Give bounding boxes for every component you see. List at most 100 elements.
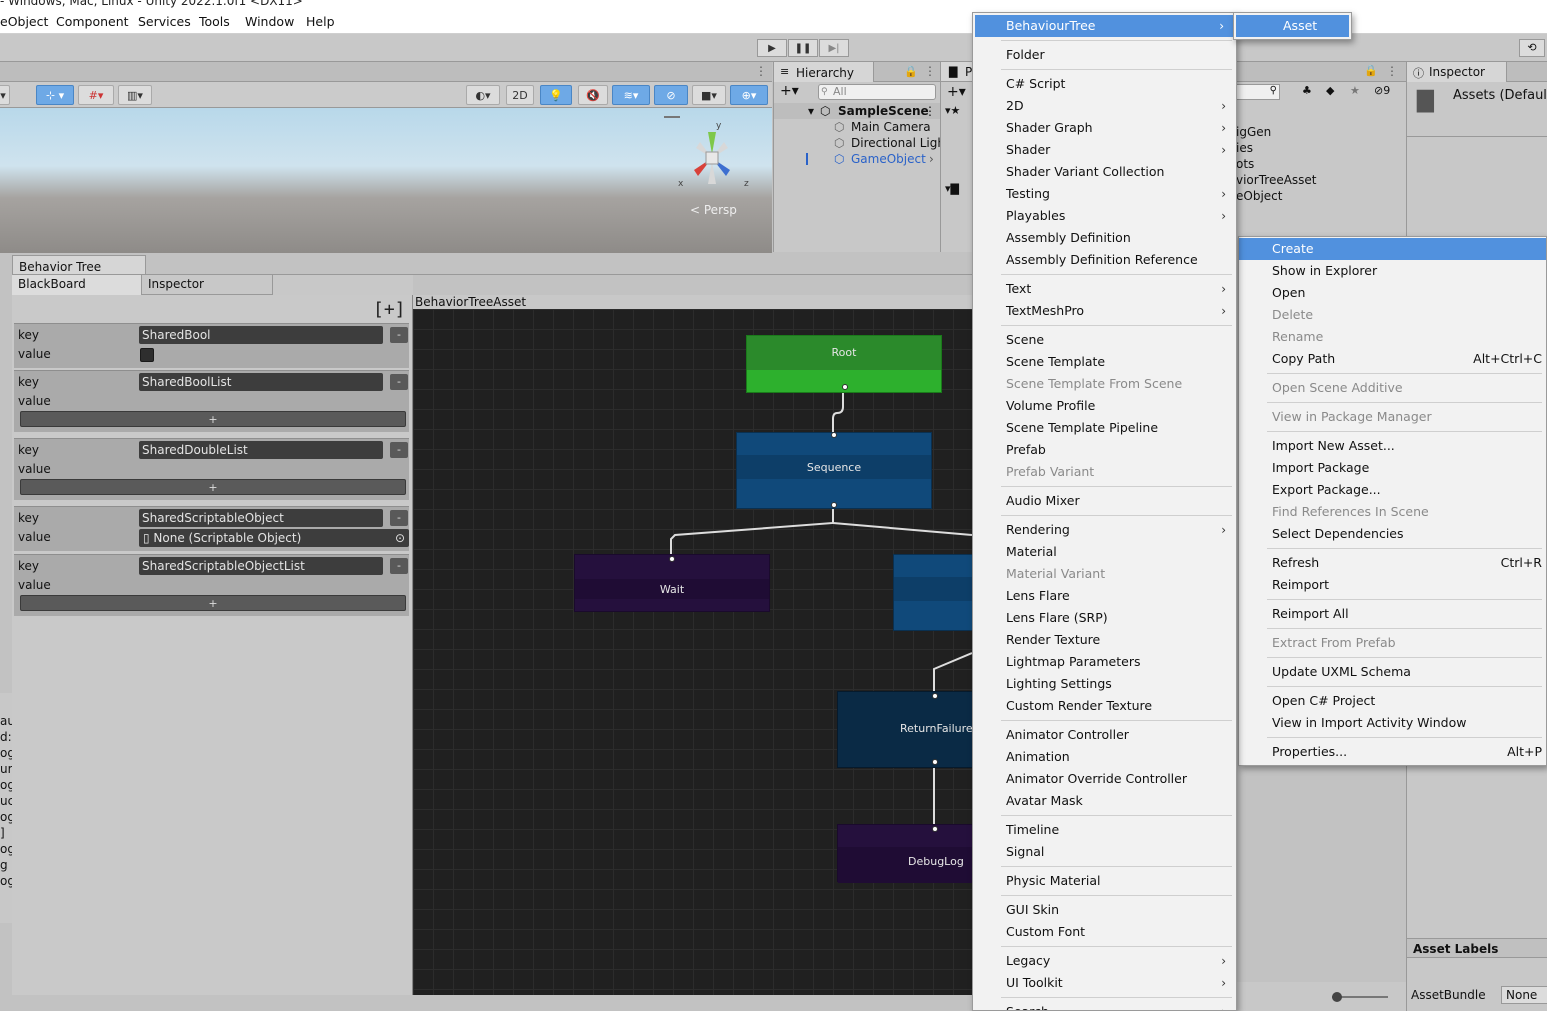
menu-item-text[interactable]: Text ›: [973, 278, 1236, 300]
menu-item-delete[interactable]: Delete: [1239, 304, 1546, 326]
menu-item-render-texture[interactable]: Render Texture: [973, 629, 1236, 651]
add-list-item-button[interactable]: +: [20, 411, 406, 427]
menu-item-view-in-package-manager[interactable]: View in Package Manager: [1239, 406, 1546, 428]
key-field[interactable]: SharedScriptableObject: [139, 509, 383, 527]
remove-entry-button[interactable]: -: [390, 510, 408, 526]
menu-item-gui-skin[interactable]: GUI Skin: [973, 899, 1236, 921]
behavior-node-partial[interactable]: [893, 554, 972, 631]
key-field[interactable]: SharedDoubleList: [139, 441, 383, 459]
project-menu-icon[interactable]: ⋮: [1386, 64, 1398, 78]
play-button[interactable]: ▶: [757, 39, 787, 57]
menu-item-asset[interactable]: Asset: [1236, 15, 1349, 37]
zoom-slider-thumb[interactable]: [1332, 992, 1342, 1002]
scene-menu-icon[interactable]: ⋮: [924, 103, 936, 119]
mode-2d-button[interactable]: 2D: [506, 85, 534, 105]
scene-tab-menu-icon[interactable]: ⋮: [755, 64, 767, 78]
favorite-star-icon[interactable]: ★: [1350, 84, 1360, 97]
chevron-right-icon[interactable]: ›: [929, 151, 934, 167]
menu-item-reimport[interactable]: Reimport: [1239, 574, 1546, 596]
hierarchy-search-input[interactable]: ⚲ All: [818, 84, 936, 100]
favorites-arrow-icon[interactable]: ▾★: [945, 104, 960, 117]
menu-item-assembly-definition-reference[interactable]: Assembly Definition Reference: [973, 249, 1236, 271]
menu-item-rendering[interactable]: Rendering ›: [973, 519, 1236, 541]
menu-services[interactable]: Services: [138, 14, 191, 29]
menu-item-import-new-asset[interactable]: Import New Asset...: [1239, 435, 1546, 457]
menu-item-prefab-variant[interactable]: Prefab Variant: [973, 461, 1236, 483]
menu-item-textmeshpro[interactable]: TextMeshPro ›: [973, 300, 1236, 322]
tab-project[interactable]: ▇ P: [941, 62, 973, 82]
node-output-port[interactable]: [842, 384, 848, 390]
menu-item-timeline[interactable]: Timeline: [973, 819, 1236, 841]
assets-folder-icon[interactable]: ▾▇: [945, 182, 959, 195]
asset-bundle-dropdown[interactable]: None: [1501, 986, 1547, 1004]
hierarchy-item[interactable]: ⬡ Main Camera: [774, 119, 941, 135]
behavior-node-root[interactable]: Root: [746, 335, 942, 393]
menu-item-testing[interactable]: Testing ›: [973, 183, 1236, 205]
lighting-toggle-button[interactable]: 💡: [540, 85, 572, 105]
menu-item-2d[interactable]: 2D ›: [973, 95, 1236, 117]
move-snap-button[interactable]: ⊹ ▾: [36, 85, 74, 105]
menu-item-behaviourtree[interactable]: BehaviourTree ›: [975, 15, 1234, 37]
project-search-input[interactable]: ⚲: [1236, 84, 1280, 100]
scene-dropdown-button[interactable]: ▾: [0, 85, 10, 105]
node-output-port[interactable]: [932, 759, 938, 765]
menu-item-volume-profile[interactable]: Volume Profile: [973, 395, 1236, 417]
menu-item-scene-template-from-scene[interactable]: Scene Template From Scene: [973, 373, 1236, 395]
menu-item-material[interactable]: Material: [973, 541, 1236, 563]
scene-view[interactable]: y x z < Persp: [0, 108, 772, 253]
menu-window[interactable]: Window: [245, 14, 294, 29]
menu-item-update-uxml-schema[interactable]: Update UXML Schema: [1239, 661, 1546, 683]
menu-item-custom-render-texture[interactable]: Custom Render Texture: [973, 695, 1236, 717]
audio-toggle-button[interactable]: 🔇: [578, 85, 608, 105]
history-button[interactable]: ⟲: [1519, 39, 1545, 57]
behavior-graph-canvas[interactable]: Root Sequence Wait ReturnFailure DebugLo…: [413, 309, 972, 995]
node-output-port[interactable]: [831, 502, 837, 508]
behavior-node-returnfailure[interactable]: ReturnFailure: [837, 691, 972, 768]
key-field[interactable]: SharedBool: [139, 326, 383, 344]
menu-item-scene[interactable]: Scene: [973, 329, 1236, 351]
menu-item-material-variant[interactable]: Material Variant: [973, 563, 1236, 585]
expand-arrow-icon[interactable]: ▾: [808, 103, 814, 119]
pause-button[interactable]: ❚❚: [788, 39, 818, 57]
menu-item-lens-flare-srp[interactable]: Lens Flare (SRP): [973, 607, 1236, 629]
menu-item-custom-font[interactable]: Custom Font: [973, 921, 1236, 943]
menu-item-import-package[interactable]: Import Package: [1239, 457, 1546, 479]
tab-inspector[interactable]: Inspector: [142, 275, 273, 295]
lock-icon[interactable]: 🔒: [904, 65, 918, 78]
key-field[interactable]: SharedScriptableObjectList: [139, 557, 383, 575]
asset-item[interactable]: igGen: [1236, 124, 1406, 140]
behavior-node-sequence[interactable]: Sequence: [736, 432, 932, 509]
node-input-port[interactable]: [669, 556, 675, 562]
menu-item-show-in-explorer[interactable]: Show in Explorer: [1239, 260, 1546, 282]
behavior-node-wait[interactable]: Wait: [574, 554, 770, 612]
persp-label[interactable]: < Persp: [690, 203, 737, 217]
menu-item-lighting-settings[interactable]: Lighting Settings: [973, 673, 1236, 695]
menu-item-folder[interactable]: Folder: [973, 44, 1236, 66]
add-list-item-button[interactable]: +: [20, 479, 406, 495]
asset-labels-header[interactable]: Asset Labels: [1407, 938, 1547, 958]
draw-mode-button[interactable]: ◐▾: [466, 85, 500, 105]
menu-item-legacy[interactable]: Legacy ›: [973, 950, 1236, 972]
menu-item-create[interactable]: Create: [1239, 238, 1546, 260]
node-input-port[interactable]: [932, 826, 938, 832]
add-list-item-button[interactable]: +: [20, 595, 406, 611]
asset-item[interactable]: eObject: [1236, 188, 1406, 204]
menu-item-copy-path[interactable]: Copy Path Alt+Ctrl+C: [1239, 348, 1546, 370]
menu-tools[interactable]: Tools: [199, 14, 230, 29]
orientation-gizmo[interactable]: y x z: [672, 118, 752, 198]
menu-item-avatar-mask[interactable]: Avatar Mask: [973, 790, 1236, 812]
menu-item-playables[interactable]: Playables ›: [973, 205, 1236, 227]
hierarchy-item-selected[interactable]: ⬡ GameObject ›: [774, 151, 941, 167]
node-input-port[interactable]: [831, 432, 837, 438]
menu-item-properties[interactable]: Properties... Alt+P: [1239, 741, 1546, 763]
menu-item-shader-graph[interactable]: Shader Graph ›: [973, 117, 1236, 139]
menu-item-find-references-in-scene[interactable]: Find References In Scene: [1239, 501, 1546, 523]
menu-item-extract-from-prefab[interactable]: Extract From Prefab: [1239, 632, 1546, 654]
scene-row[interactable]: ▾ ⬡ SampleScene ⋮: [774, 103, 941, 119]
menu-gameobject[interactable]: eObject: [0, 14, 48, 29]
menu-item-open-c-project[interactable]: Open C# Project: [1239, 690, 1546, 712]
gizmo-drag-handle[interactable]: [664, 116, 680, 118]
remove-entry-button[interactable]: -: [390, 327, 408, 343]
menu-item-open[interactable]: Open: [1239, 282, 1546, 304]
visibility-toggle-button[interactable]: ⊘: [654, 85, 688, 105]
